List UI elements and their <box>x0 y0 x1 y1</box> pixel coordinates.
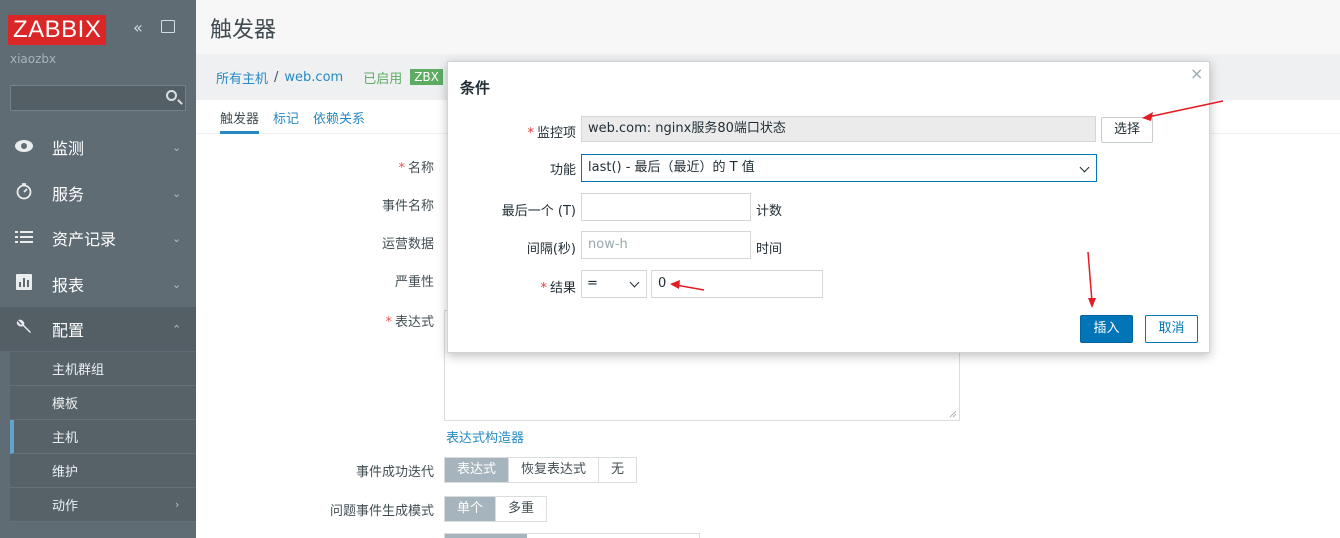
last-t-label: 最后一个 (T) <box>501 204 576 219</box>
item-label-text: 监控项 <box>536 126 576 141</box>
function-select-value: last() - 最后（最近）的 T 值 <box>588 160 755 175</box>
operator-select[interactable]: = <box>581 270 647 298</box>
interval-input[interactable]: now-h <box>581 231 751 259</box>
function-label: 功能 <box>549 163 576 178</box>
dialog-title: 条件 <box>460 79 491 97</box>
insert-button[interactable]: 插入 <box>1080 315 1133 343</box>
last-t-unit: 计数 <box>756 204 783 219</box>
result-label: * 结果 <box>540 281 576 296</box>
item-label: * 监控项 <box>527 126 576 141</box>
item-field: web.com: nginx服务80端口状态 <box>581 116 1096 142</box>
last-t-input[interactable] <box>581 193 751 221</box>
cancel-button[interactable]: 取消 <box>1145 315 1198 343</box>
result-label-text: 结果 <box>549 281 576 296</box>
select-item-button[interactable]: 选择 <box>1101 117 1153 143</box>
close-icon[interactable]: × <box>1190 64 1203 83</box>
condition-dialog: 条件 × * 监控项 web.com: nginx服务80端口状态 选择 功能 l… <box>447 61 1210 353</box>
chevron-down-icon <box>1079 162 1090 173</box>
interval-unit: 时间 <box>756 242 783 257</box>
function-select[interactable]: last() - 最后（最近）的 T 值 <box>581 154 1097 182</box>
result-value-input[interactable]: 0 <box>651 270 823 298</box>
chevron-down-icon <box>629 277 640 288</box>
operator-select-value: = <box>587 276 598 291</box>
interval-label: 间隔(秒) <box>526 242 576 257</box>
